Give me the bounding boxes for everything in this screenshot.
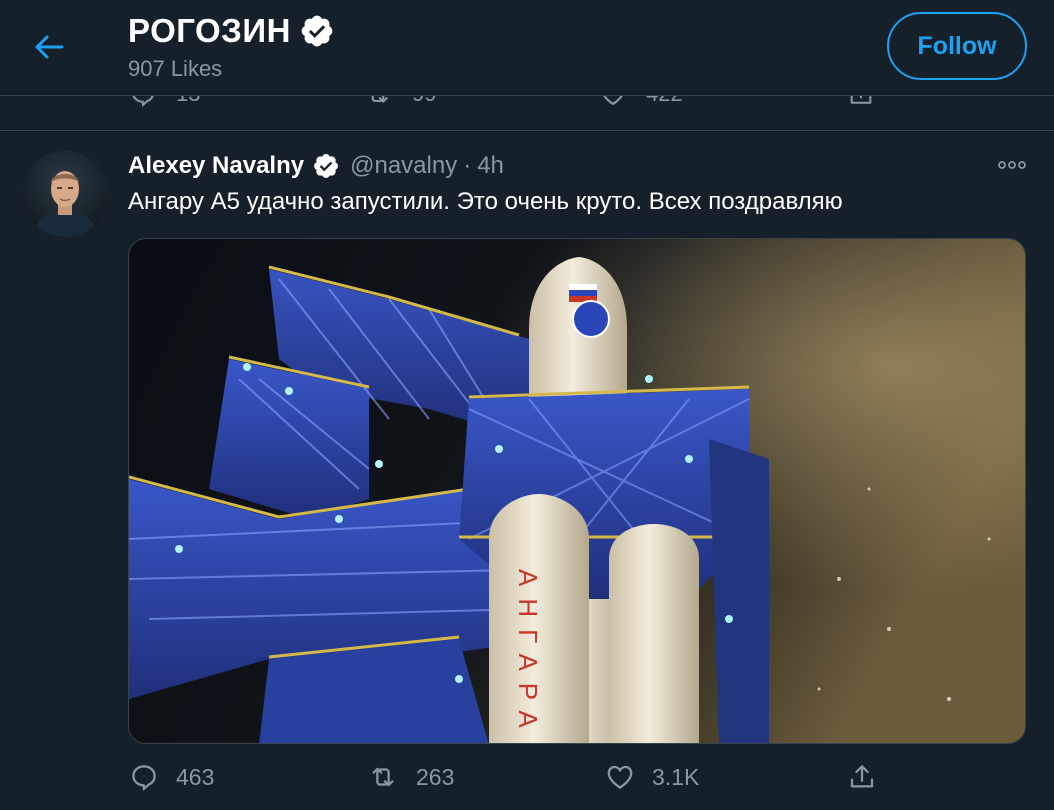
follow-button[interactable]: Follow (887, 12, 1027, 80)
retweet-icon (372, 767, 394, 787)
profile-header: РОГОЗИН 907 Likes Follow (0, 0, 1054, 96)
avatar[interactable] (22, 151, 108, 237)
profile-name: РОГОЗИН (128, 12, 291, 49)
author-name[interactable]: Alexey Navalny (128, 152, 304, 180)
share-icon (850, 765, 874, 788)
retweet-count: 263 (416, 763, 455, 790)
more-icon (998, 161, 1026, 169)
likes-count: 907 Likes (128, 56, 223, 81)
tweet-text: Ангару А5 удачно запустили. Это очень кр… (128, 188, 843, 215)
share-button[interactable] (846, 762, 878, 792)
like-button[interactable]: 3.1K (604, 762, 699, 792)
reply-count: 463 (176, 763, 215, 790)
image-lettering: АНГАРА (513, 569, 543, 740)
verified-badge (312, 152, 340, 180)
author-handle[interactable]: @navalny (350, 152, 457, 180)
back-button[interactable] (26, 27, 72, 67)
meta-separator: · (463, 152, 472, 179)
like-icon (607, 765, 633, 789)
reply-button[interactable]: 463 (128, 762, 214, 792)
tweet-media-image[interactable]: АНГАРА (128, 238, 1026, 744)
more-options-button[interactable] (992, 153, 1032, 177)
back-arrow-icon (35, 35, 64, 59)
like-count: 3.1K (652, 763, 700, 790)
verified-badge-icon (314, 154, 339, 178)
tweet-author-line: Alexey Navalny @navalny · 4h (128, 152, 504, 180)
tweet-timestamp[interactable]: 4h (477, 152, 504, 180)
verified-badge-icon (301, 15, 333, 47)
profile-title: РОГОЗИН (128, 12, 335, 50)
reply-icon (132, 765, 156, 791)
tweet[interactable]: Alexey Navalny @navalny · 4h Ангару А5 у… (0, 131, 1054, 810)
retweet-button[interactable]: 263 (366, 762, 454, 792)
